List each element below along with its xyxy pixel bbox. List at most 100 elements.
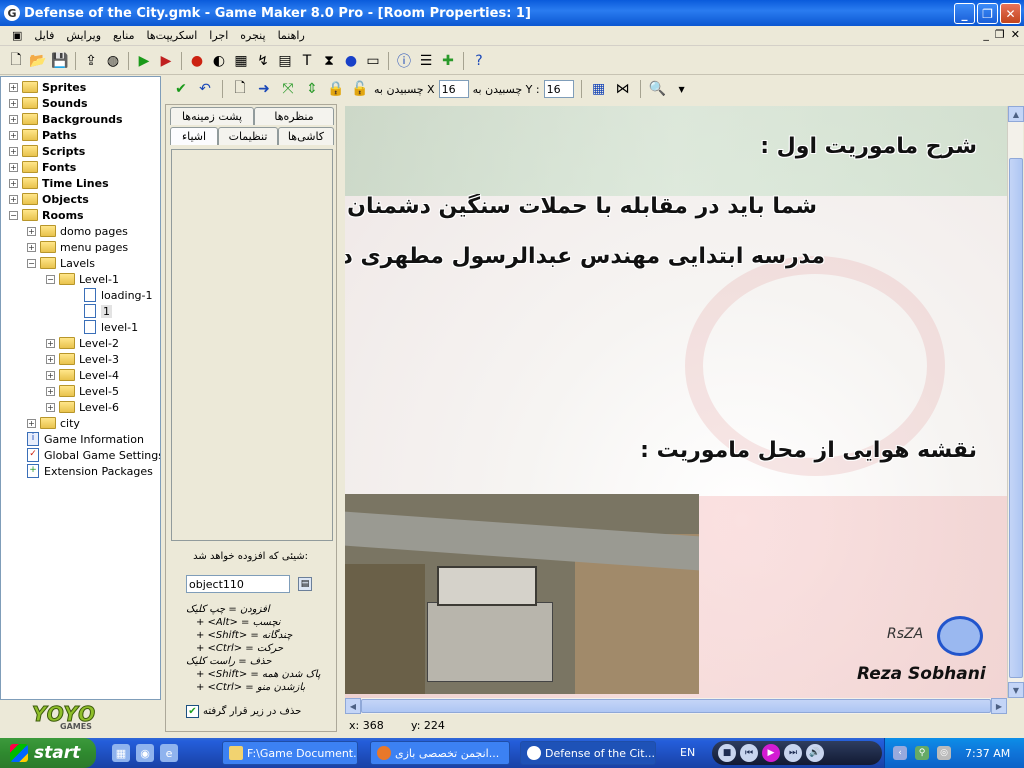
tree-item[interactable]: + menu pages [27,239,128,255]
ok-check-icon[interactable]: ✔ [171,79,191,99]
collapse-icon[interactable]: − [9,210,18,220]
tab-settings[interactable]: تنظیمات [218,127,278,145]
task-firefox[interactable]: انجمن تخصصی بازی... [370,741,510,765]
media-prev-icon[interactable]: ⏮ [740,744,758,762]
debug-run-icon[interactable]: ▶ [156,51,176,71]
room-canvas[interactable]: شرح ماموریت اول : شما باید در مقابله با … [345,106,1007,698]
zoom-icon[interactable]: 🔍 [648,79,668,99]
tree-item[interactable]: + Level-3 [46,351,119,367]
add-sprite-icon[interactable]: ● [187,51,207,71]
delete-underlying-option[interactable]: ✔ حذف در زیر قرار گرفته [186,705,301,718]
task-gamemaker[interactable]: Defense of the Cit... [520,741,656,765]
tree-item[interactable]: + Level-6 [46,399,119,415]
add-font-icon[interactable]: T [297,51,317,71]
expand-icon[interactable]: + [9,82,18,92]
grid-icon[interactable]: ▦ [589,79,609,99]
add-timeline-icon[interactable]: ⧗ [319,51,339,71]
add-background-icon[interactable]: ▦ [231,51,251,71]
language-indicator[interactable]: EN [680,746,695,759]
menu-window[interactable]: پنجره [234,29,271,42]
tree-item[interactable]: i Game Information [27,431,144,447]
tree-item[interactable]: − Lavels [27,255,95,271]
gamemaker-icon[interactable]: G [4,5,20,21]
mdi-restore-icon[interactable]: ❐ [995,28,1005,41]
save-icon[interactable]: 💾 [50,51,70,71]
mdi-close-icon[interactable]: ✕ [1011,28,1020,41]
expand-icon[interactable]: + [27,226,36,236]
minimize-button[interactable]: _ [954,3,975,24]
settings-list-icon[interactable]: ☰ [416,51,436,71]
scroll-left-icon[interactable]: ◀ [345,698,361,714]
undo-icon[interactable]: ↶ [195,79,215,99]
collapse-icon[interactable]: − [46,274,55,284]
tree-item[interactable]: + Paths [9,127,77,143]
tree-item[interactable]: + city [27,415,80,431]
clear-room-icon[interactable]: 🗋 [230,79,250,99]
new-icon[interactable]: 🗋 [6,51,26,71]
horizontal-scrollbar[interactable]: ◀ ▶ [345,698,1007,714]
tree-item[interactable]: + Scripts [9,143,85,159]
expand-icon[interactable]: + [46,386,55,396]
tray-app-icon[interactable]: ◎ [937,746,951,760]
shift-instances-icon[interactable]: ➜ [254,79,274,99]
expand-icon[interactable]: + [9,130,18,140]
tree-item[interactable]: + Sprites [9,79,86,95]
quick-launch-desktop-icon[interactable]: ▦ [112,744,130,762]
expand-icon[interactable]: + [27,242,36,252]
add-script-icon[interactable]: ▤ [275,51,295,71]
menu-help[interactable]: راهنما [272,29,311,42]
extension-plus-icon[interactable]: ✚ [438,51,458,71]
scroll-up-icon[interactable]: ▲ [1008,106,1024,122]
expand-icon[interactable]: + [46,338,55,348]
tree-item[interactable]: + Objects [9,191,89,207]
menu-run[interactable]: اجرا [203,29,234,42]
globe-icon[interactable]: ◍ [103,51,123,71]
close-button[interactable]: ✕ [1000,3,1021,24]
delete-underlying-checkbox[interactable]: ✔ [186,705,199,718]
menu-file[interactable]: فایل [28,29,60,42]
expand-icon[interactable]: + [9,162,18,172]
tree-item[interactable]: + Time Lines [9,175,109,191]
add-object-icon[interactable]: ● [341,51,361,71]
quick-launch-ie-icon[interactable]: e [160,744,178,762]
scroll-down-icon[interactable]: ▼ [1008,682,1024,698]
expand-icon[interactable]: + [9,98,18,108]
expand-icon[interactable]: + [9,114,18,124]
unlock-icon[interactable]: 🔓 [350,79,370,99]
menu-edit[interactable]: ویرایش [60,29,107,42]
tab-backgrounds[interactable]: پشت زمینه‌ها [170,107,254,125]
add-path-icon[interactable]: ↯ [253,51,273,71]
horizontal-scroll-thumb[interactable] [361,699,991,713]
expand-icon[interactable]: + [46,354,55,364]
media-stop-icon[interactable]: ■ [718,744,736,762]
menu-scripts[interactable]: اسکریپت‌ها [141,29,204,42]
tree-item[interactable]: + Sounds [9,95,88,111]
tab-views[interactable]: منظره‌ها [254,107,334,125]
expand-icon[interactable]: + [46,402,55,412]
tree-item[interactable]: − Rooms [9,207,84,223]
sort-y-icon[interactable]: ⇕ [302,79,322,99]
object-select-field[interactable]: object110 [186,575,290,593]
info-icon[interactable]: ⓘ [394,51,414,71]
dropdown-arrow-icon[interactable]: ▼ [672,79,692,99]
help-icon[interactable]: ? [469,51,489,71]
tray-network-icon[interactable]: ⚲ [915,746,929,760]
tree-item-selected[interactable]: 1 [84,303,112,319]
tray-arrow-icon[interactable]: ‹ [893,746,907,760]
quick-launch-media-icon[interactable]: ◉ [136,744,154,762]
tree-item[interactable]: + domo pages [27,223,128,239]
tree-item[interactable]: + Level-5 [46,383,119,399]
expand-icon[interactable]: + [9,146,18,156]
object-picker-icon[interactable]: ▤ [298,577,312,591]
menu-resources[interactable]: منابع [107,29,140,42]
maximize-button[interactable]: ❐ [977,3,998,24]
expand-icon[interactable]: + [27,418,36,428]
media-volume-icon[interactable]: 🔊 [806,744,824,762]
run-icon[interactable]: ▶ [134,51,154,71]
mdi-doc-icon[interactable]: ▣ [6,29,28,42]
tree-item[interactable]: loading-1 [84,287,153,303]
sort-x-icon[interactable]: ⤧ [278,79,298,99]
isometric-grid-icon[interactable]: ⋈ [613,79,633,99]
task-explorer[interactable]: F:\Game Document... [222,741,358,765]
expand-icon[interactable]: + [9,194,18,204]
